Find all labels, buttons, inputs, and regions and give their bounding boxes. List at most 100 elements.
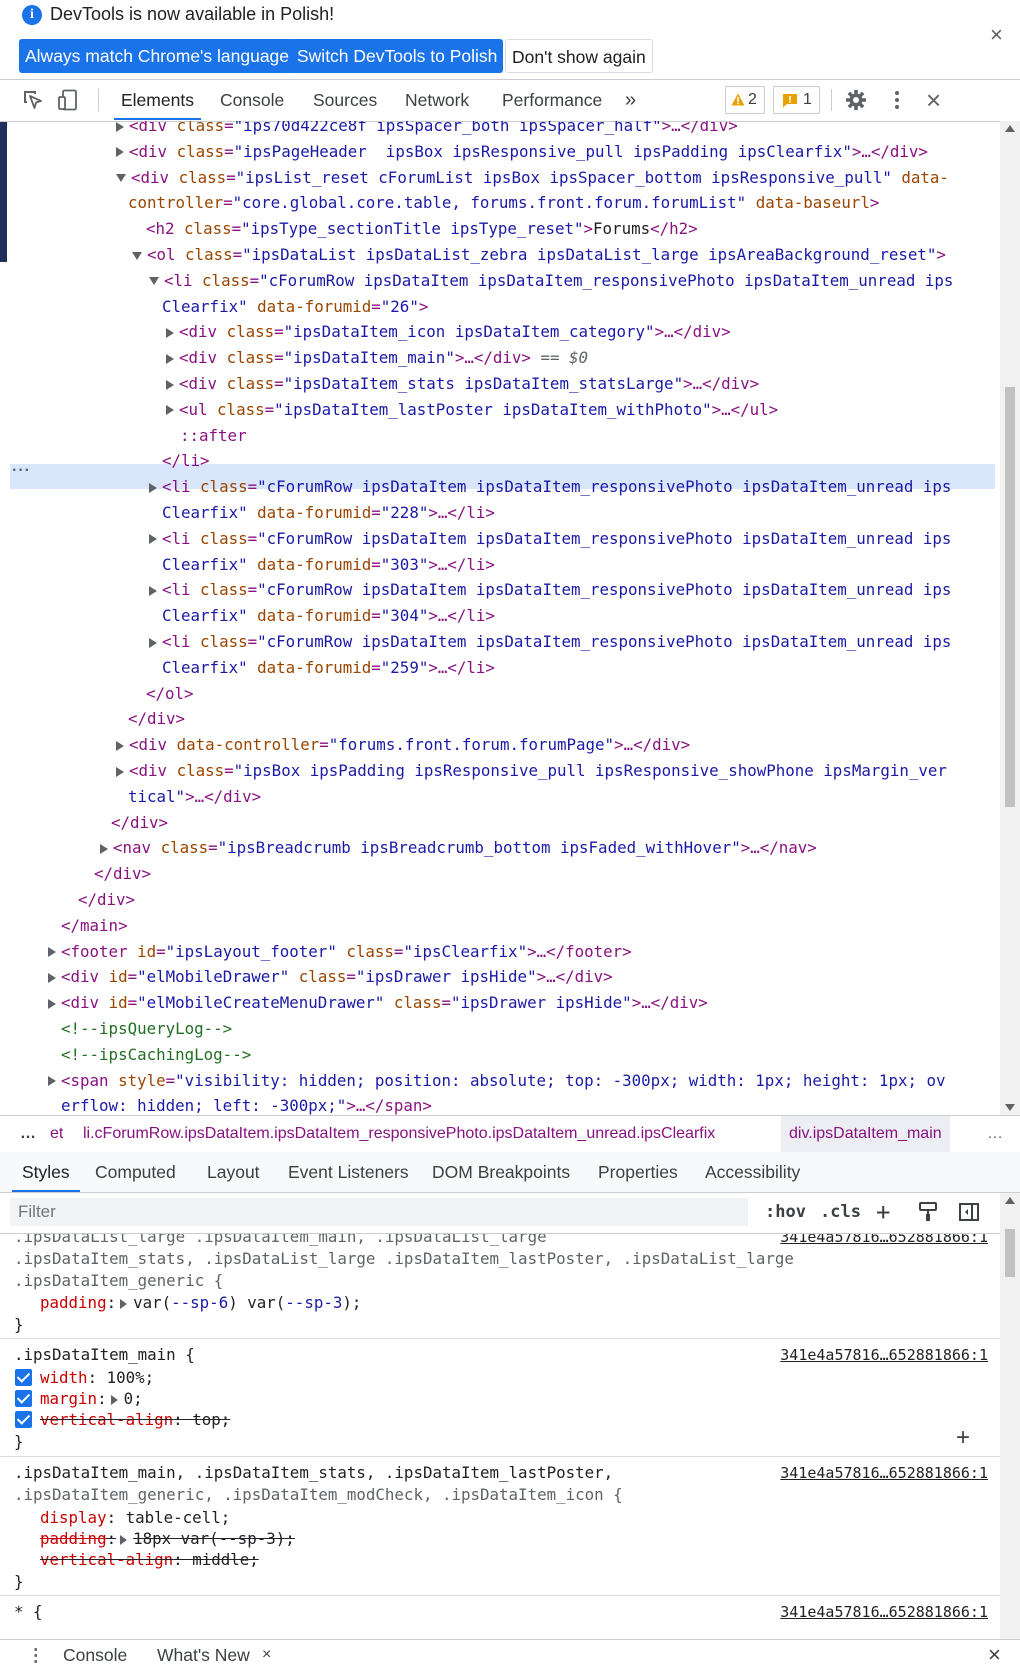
tab-accessibility[interactable]: Accessibility — [705, 1152, 800, 1192]
collapse-node-icon[interactable] — [116, 174, 126, 183]
dom-node-line[interactable]: <li class="cForumRow ipsDataItem ipsData… — [149, 526, 951, 551]
more-tabs-button[interactable]: » — [625, 80, 636, 120]
tab-event-listeners[interactable]: Event Listeners — [288, 1152, 409, 1192]
dom-node-line[interactable]: <li class="cForumRow ipsDataItem ipsData… — [149, 474, 951, 499]
rule2-prop-name[interactable]: vertical-align — [40, 1410, 173, 1429]
dom-node-line[interactable]: Clearfix" data-forumid="228">…</li> — [162, 500, 495, 525]
dom-node-line[interactable]: <div class="ipsDataItem_stats ipsDataIte… — [166, 371, 759, 396]
rule1-padding-declaration[interactable]: padding: var(--sp-6) var(--sp-3); — [40, 1292, 361, 1314]
dom-node-line[interactable]: <h2 class="ipsType_sectionTitle ipsType_… — [146, 216, 698, 241]
dom-node-line[interactable]: <div id="elMobileDrawer" class="ipsDrawe… — [48, 964, 613, 989]
scroll-up-icon[interactable] — [1005, 125, 1015, 132]
issues-badge[interactable]: 1 — [773, 86, 820, 114]
rule3-prop-name[interactable]: padding — [40, 1529, 107, 1548]
expand-node-icon[interactable] — [100, 843, 108, 854]
rule2-prop-name[interactable]: margin — [40, 1389, 97, 1408]
rule2-add-property-button[interactable]: + — [956, 1424, 970, 1452]
rule2-vertical-align-checkbox[interactable] — [15, 1411, 32, 1428]
tab-properties[interactable]: Properties — [598, 1152, 678, 1192]
dom-node-line[interactable]: <div data-controller="forums.front.forum… — [116, 732, 690, 757]
expand-node-icon[interactable] — [116, 766, 124, 777]
dom-node-line[interactable]: tical">…</div> — [128, 784, 261, 809]
styles-scroll-thumb[interactable] — [1005, 1229, 1015, 1277]
toggle-sidebar-icon[interactable] — [958, 1201, 980, 1223]
rule3-prop-value[interactable]: table-cell; — [126, 1508, 231, 1527]
expand-shorthand-icon[interactable] — [120, 1534, 128, 1545]
paint-brush-icon[interactable] — [917, 1201, 939, 1223]
dom-node-line[interactable]: <ul class="ipsDataItem_lastPoster ipsDat… — [166, 397, 778, 422]
tab-styles[interactable]: Styles — [12, 1152, 80, 1192]
dom-node-line[interactable]: Clearfix" data-forumid="303">…</li> — [162, 552, 495, 577]
node-actions-ellipsis[interactable]: ··· — [12, 462, 31, 480]
drawer-tab-console[interactable]: Console — [63, 1640, 127, 1670]
rule1-var1[interactable]: --sp-6 — [171, 1293, 228, 1312]
rule2-prop-name[interactable]: width — [40, 1368, 88, 1387]
expand-node-icon[interactable] — [116, 121, 124, 132]
rule2-width-checkbox[interactable] — [15, 1369, 32, 1386]
expand-node-icon[interactable] — [166, 379, 174, 390]
collapse-node-icon[interactable] — [149, 277, 159, 286]
dom-node-line[interactable]: controller="core.global.core.table, foru… — [128, 190, 879, 215]
dom-node-line[interactable]: <div class="ips70d422ce8f ipsSpacer_both… — [116, 121, 738, 138]
styles-scrollbar[interactable] — [1000, 1193, 1020, 1639]
expand-shorthand-icon[interactable] — [120, 1298, 128, 1309]
elements-scrollbar[interactable] — [1000, 121, 1020, 1115]
rule1-var2[interactable]: --sp-3 — [285, 1293, 342, 1312]
tab-dom-breakpoints[interactable]: DOM Breakpoints — [432, 1152, 570, 1192]
dom-node-line[interactable]: Clearfix" data-forumid="304">…</li> — [162, 603, 495, 628]
infobar-close-button[interactable]: × — [990, 22, 1003, 48]
rule2-vertical-align-declaration-overridden[interactable]: vertical-align: top; — [40, 1409, 230, 1431]
expand-node-icon[interactable] — [116, 740, 124, 751]
expand-node-icon[interactable] — [48, 998, 56, 1009]
expand-node-icon[interactable] — [116, 147, 124, 158]
drawer-menu-icon[interactable]: ⋮ — [27, 1640, 45, 1670]
elements-dom-tree[interactable]: ··· <div class="ips70d422ce8f ipsSpacer_… — [0, 121, 1000, 1115]
dom-node-line[interactable]: <footer id="ipsLayout_footer" class="ips… — [48, 939, 632, 964]
dom-node-line[interactable]: <div class="ipsDataItem_icon ipsDataItem… — [166, 319, 731, 344]
hover-state-toggle[interactable]: :hov — [765, 1198, 806, 1226]
dom-node-line[interactable]: <div class="ipsBox ipsPadding ipsRespons… — [116, 758, 947, 783]
tab-elements[interactable]: Elements — [114, 80, 201, 120]
always-match-language-button[interactable]: Always match Chrome's language — [19, 39, 296, 73]
tab-console[interactable]: Console — [220, 80, 284, 120]
expand-node-icon[interactable] — [166, 353, 174, 364]
expand-node-icon[interactable] — [149, 585, 157, 596]
rule3-prop-value[interactable]: middle; — [192, 1550, 259, 1569]
inspect-element-icon[interactable] — [21, 88, 45, 112]
close-whats-new-tab-icon[interactable]: × — [262, 1640, 271, 1670]
dom-node-line[interactable]: <li class="cForumRow ipsDataItem ipsData… — [149, 268, 953, 293]
tab-performance[interactable]: Performance — [502, 80, 602, 120]
dom-node-line[interactable]: <div class="ipsPageHeader ipsBox ipsResp… — [116, 139, 928, 164]
close-drawer-icon[interactable]: × — [988, 1640, 1001, 1670]
expand-node-icon[interactable] — [149, 637, 157, 648]
tab-computed[interactable]: Computed — [95, 1152, 176, 1192]
dom-node-line[interactable]: ::after — [180, 423, 247, 448]
dom-node-line[interactable]: </main> — [61, 913, 128, 938]
expand-node-icon[interactable] — [149, 482, 157, 493]
breadcrumb-overflow[interactable]: … — [987, 1116, 1003, 1152]
rule3-prop-name[interactable]: vertical-align — [40, 1550, 173, 1569]
expand-node-icon[interactable] — [149, 534, 157, 545]
rule3-source-link[interactable]: 341e4a57816…652881866:1 — [780, 1462, 988, 1484]
dom-node-line[interactable]: <div class="ipsList_reset cForumList ips… — [116, 165, 949, 190]
dom-node-line[interactable]: </div> — [128, 706, 185, 731]
customize-menu-icon[interactable] — [885, 88, 909, 112]
dom-node-line[interactable]: <div id="elMobileCreateMenuDrawer" class… — [48, 990, 708, 1015]
dom-node-line[interactable]: erflow: hidden; left: -300px;">…</span> — [61, 1093, 432, 1115]
rule2-margin-checkbox[interactable] — [15, 1390, 32, 1407]
rule3-padding-declaration-overridden[interactable]: padding: 18px var(--sp-3); — [40, 1528, 295, 1550]
close-devtools-button[interactable]: × — [926, 80, 941, 120]
dom-node-line[interactable]: <!--ipsQueryLog--> — [61, 1016, 232, 1041]
rule4-source-link[interactable]: 341e4a57816…652881866:1 — [780, 1601, 988, 1623]
expand-node-icon[interactable] — [48, 972, 56, 983]
dom-node-line[interactable]: <!--ipsCachingLog--> — [61, 1042, 251, 1067]
dom-node-line[interactable]: <li class="cForumRow ipsDataItem ipsData… — [149, 577, 951, 602]
warnings-badge[interactable]: 2 — [725, 86, 765, 114]
rule3-prop-name[interactable]: display — [40, 1508, 107, 1527]
class-toggle[interactable]: .cls — [820, 1198, 861, 1226]
breadcrumb-li[interactable]: li.cForumRow.ipsDataItem.ipsDataItem_res… — [83, 1116, 715, 1152]
device-toolbar-icon[interactable] — [56, 88, 80, 112]
dom-node-line[interactable]: </div> — [78, 887, 135, 912]
rule3-vertical-align-declaration-overridden[interactable]: vertical-align: middle; — [40, 1549, 259, 1571]
tab-sources[interactable]: Sources — [313, 80, 377, 120]
